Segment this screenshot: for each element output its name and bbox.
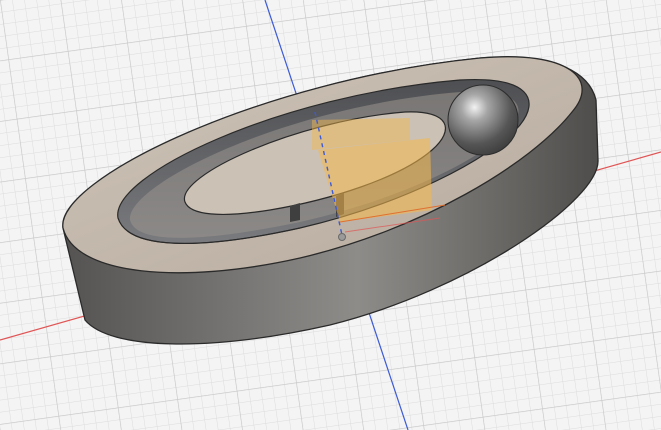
viewport-canvas[interactable] (0, 0, 661, 430)
ball-bearing[interactable] (447, 84, 519, 156)
origin-point-icon[interactable] (338, 233, 346, 241)
design-viewport[interactable] (0, 0, 661, 430)
disc-slot (290, 203, 300, 222)
